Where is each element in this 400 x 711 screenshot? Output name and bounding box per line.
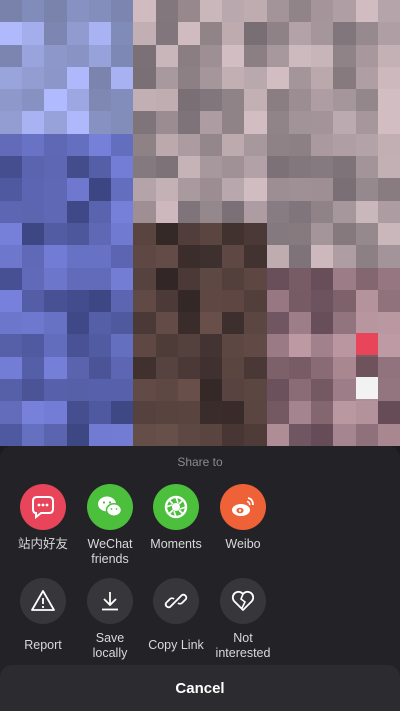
cancel-button[interactable]: Cancel [0, 665, 400, 711]
action-save-locally[interactable]: Save locally [77, 578, 143, 661]
share-item-station-friends[interactable]: 站内好友 [10, 484, 76, 552]
weibo-icon [220, 484, 266, 530]
action-report[interactable]: Report [10, 578, 76, 653]
share-item-label: Weibo [225, 537, 261, 551]
share-item-label: 站内好友 [17, 537, 68, 551]
chat-bubble-icon [20, 484, 66, 530]
action-not-interested[interactable]: Not interested [210, 578, 276, 661]
broken-heart-icon [220, 578, 266, 624]
share-item-moments[interactable]: Moments [143, 484, 209, 552]
share-item-weibo[interactable]: Weibo [210, 484, 276, 552]
action-label: Not interested [215, 631, 271, 660]
red-marker [356, 333, 378, 355]
wechat-icon [87, 484, 133, 530]
share-title: Share to [177, 455, 223, 469]
share-item-label: Moments [150, 537, 202, 551]
white-marker [356, 377, 378, 399]
video-background[interactable] [0, 0, 400, 446]
action-copy-link[interactable]: Copy Link [143, 578, 209, 653]
link-icon [153, 578, 199, 624]
action-label: Report [24, 638, 62, 652]
warning-icon [20, 578, 66, 624]
pixelated-video-frame [0, 0, 400, 446]
share-item-label: WeChat friends [87, 537, 133, 566]
download-icon [87, 578, 133, 624]
action-label: Save locally [92, 631, 128, 660]
moments-icon [153, 484, 199, 530]
action-label: Copy Link [148, 638, 204, 652]
share-item-wechat-friends[interactable]: WeChat friends [77, 484, 143, 567]
